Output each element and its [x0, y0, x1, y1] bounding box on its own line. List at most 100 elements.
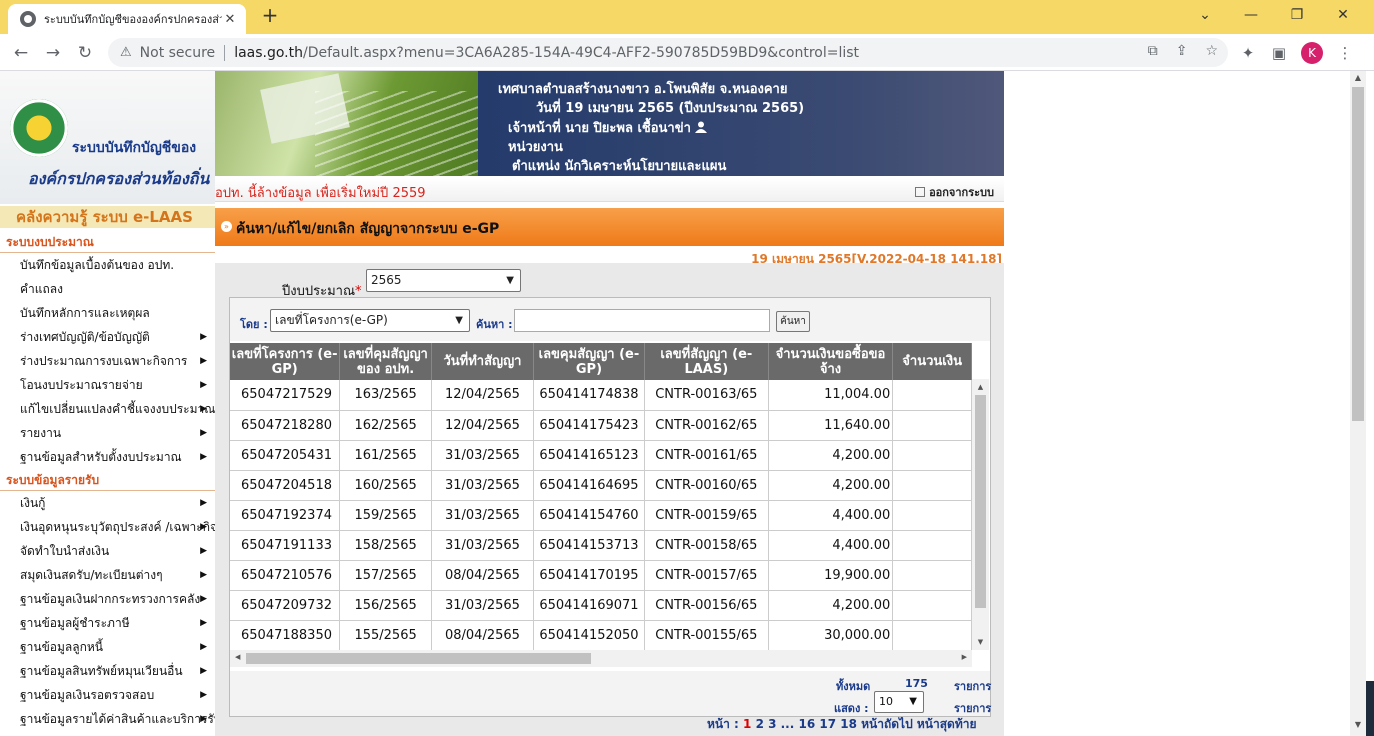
search-by-select[interactable]: เลขที่โครงการ(e-GP) ▼ [270, 309, 470, 332]
sidebar-item[interactable]: ฐานข้อมูลลูกหนี้ ▶ [0, 635, 215, 659]
table-row[interactable]: 65047210576 157/2565 08/04/2565 65041417019… [230, 560, 972, 591]
sidebar-item-label: เงินกู้ [20, 496, 46, 510]
not-secure-warning-icon[interactable]: ⚠ [120, 45, 132, 60]
table-row[interactable]: 65047188350 155/2565 08/04/2565 65041415205… [230, 620, 972, 650]
sidebar-item[interactable]: สมุดเงินสดรับ/ทะเบียนต่างๆ ▶ [0, 563, 215, 587]
sidebar-item-label: ฐานข้อมูลลูกหนี้ [20, 640, 103, 654]
table-row[interactable]: 65047205431 161/2565 31/03/2565 65041416512… [230, 440, 972, 471]
sidebar-item[interactable]: ฐานข้อมูลสินทรัพย์หมุนเวียนอื่น ▶ [0, 659, 215, 683]
submenu-arrow-icon: ▶ [200, 666, 207, 676]
sidebar-item[interactable]: บันทึกหลักการและเหตุผล [0, 301, 215, 325]
sidebar-item[interactable]: โอนงบประมาณรายจ่าย ▶ [0, 373, 215, 397]
address-bar[interactable]: ⚠ Not secure laas.go.th /Default.aspx?me… [108, 38, 1228, 67]
department-seal-icon [10, 99, 68, 157]
sidebar-item[interactable]: ฐานข้อมูลเงินฝากกระทรวงการคลัง ▶ [0, 587, 215, 611]
search-by-value: เลขที่โครงการ(e-GP) [275, 313, 388, 327]
table-cell [892, 560, 972, 591]
total-unit: รายการ [954, 680, 992, 693]
scroll-down-icon[interactable]: ▼ [1350, 720, 1366, 734]
scroll-down-icon[interactable]: ▼ [972, 638, 989, 646]
scroll-thumb[interactable] [1352, 87, 1364, 421]
table-cell: 31/03/2565 [431, 440, 535, 471]
table-vertical-scrollbar[interactable]: ▲ ▼ [972, 379, 989, 650]
sidebar-item[interactable]: บันทึกข้อมูลเบื้องต้นของ อปท. [0, 253, 215, 277]
window-close-icon[interactable]: ✕ [1320, 0, 1366, 30]
search-input[interactable] [514, 309, 770, 332]
table-row[interactable]: 65047192374 159/2565 31/03/2565 65041415476… [230, 500, 972, 531]
sidebar-item[interactable]: ฐานข้อมูลเงินรอตรวจสอบ ▶ [0, 683, 215, 707]
new-tab-icon[interactable]: + [258, 4, 282, 28]
pager-pages[interactable]: 2 3 ... 16 17 18 [756, 717, 857, 731]
scroll-thumb[interactable] [246, 653, 591, 664]
extensions-puzzle-icon[interactable]: ✦ [1237, 42, 1259, 64]
scroll-left-icon[interactable]: ◀ [235, 653, 240, 661]
translate-icon[interactable]: ⧉ [1148, 43, 1158, 59]
sidebar-item[interactable]: เงินกู้ ▶ [0, 491, 215, 515]
minimize-icon[interactable]: — [1228, 0, 1274, 30]
tab-title: ระบบบันทึกบัญชีขององค์กรปกครองส่วนท้องถิ… [44, 13, 222, 26]
scroll-right-icon[interactable]: ▶ [962, 653, 967, 661]
table-row[interactable]: 65047218280 162/2565 12/04/2565 65041417542… [230, 410, 972, 441]
table-cell: 12/04/2565 [431, 380, 535, 411]
scroll-thumb[interactable] [975, 395, 986, 608]
table-cell: 65047192374 [230, 500, 341, 531]
pager-current-page[interactable]: 1 [743, 717, 751, 731]
chrome-menu-icon[interactable]: ⋮ [1334, 42, 1356, 64]
table-row[interactable]: 65047191133 158/2565 31/03/2565 65041415371… [230, 530, 972, 561]
table-cell: 4,400.00 [768, 530, 894, 561]
pager-next[interactable]: หน้าถัดไป [861, 717, 913, 731]
table-horizontal-scrollbar[interactable]: ◀ ▶ [230, 650, 972, 667]
unit-line: หน่วยงาน [508, 140, 563, 155]
sidebar-item[interactable]: ฐานข้อมูลสำหรับตั้งงบประมาณ ▶ [0, 445, 215, 469]
profile-avatar[interactable]: K [1301, 42, 1323, 64]
bookmark-star-icon[interactable]: ☆ [1205, 43, 1218, 59]
knowledge-base-link[interactable]: คลังความรู้ ระบบ e-LAAS [0, 206, 215, 228]
scroll-up-icon[interactable]: ▲ [972, 383, 989, 391]
sidebar-item[interactable]: แก้ไขเปลี่ยนแปลงคำชี้แจงงบประมาณ ▶ [0, 397, 215, 421]
browser-tab-strip: ระบบบันทึกบัญชีขององค์กรปกครองส่วนท้องถิ… [0, 0, 1374, 34]
sidebar-item[interactable]: จัดทำใบนำส่งเงิน ▶ [0, 539, 215, 563]
sidebar-item[interactable]: ฐานข้อมูลผู้ชำระภาษี ▶ [0, 611, 215, 635]
reload-icon[interactable]: ↻ [72, 40, 98, 66]
table-cell: 158/2565 [339, 530, 432, 561]
sidebar-item[interactable]: เงินอุดหนุนระบุวัตถุประสงค์ /เฉพาะกิจ ▶ [0, 515, 215, 539]
restore-icon[interactable]: ❐ [1274, 0, 1320, 30]
table-cell: 160/2565 [339, 470, 432, 501]
page-vertical-scrollbar[interactable]: ▲ ▼ [1350, 71, 1366, 736]
contract-table-wrap[interactable]: เลขที่โครงการ (e-GP) เลขที่คุมสัญญา ของ อ… [230, 343, 972, 650]
table-cell: 65047191133 [230, 530, 341, 561]
sidebar-item[interactable]: รายงาน ▶ [0, 421, 215, 445]
side-panel-icon[interactable]: ▣ [1268, 42, 1290, 64]
sidebar-item[interactable]: ฐานข้อมูลรายได้ค่าสินค้าและบริการรับ ▶ [0, 707, 215, 731]
back-icon[interactable]: ← [8, 40, 34, 66]
forward-icon[interactable]: → [40, 40, 66, 66]
sidebar-item[interactable]: ร่างเทศบัญญัติ/ข้อบัญญัติ ▶ [0, 325, 215, 349]
page-size-value: 10 [879, 695, 893, 708]
table-row[interactable]: 65047204518 160/2565 31/03/2565 65041416469… [230, 470, 972, 501]
table-cell: 65047205431 [230, 440, 341, 471]
submenu-arrow-icon: ▶ [200, 618, 207, 628]
search-button[interactable]: ค้นหา [776, 311, 810, 332]
fiscal-year-select[interactable]: 2565 ▼ [366, 269, 521, 292]
page-size-select[interactable]: 10 ▼ [874, 691, 924, 713]
sidebar-item-label: เงินอุดหนุนระบุวัตถุประสงค์ /เฉพาะกิจ [20, 520, 215, 534]
table-row[interactable]: 65047217529 163/2565 12/04/2565 65041417483… [230, 380, 972, 411]
site-logo[interactable]: ระบบบันทึกบัญชีของ องค์กรปกครองส่วนท้องถ… [0, 71, 215, 204]
close-tab-icon[interactable]: ✕ [222, 12, 238, 27]
table-row[interactable]: 65047209732 156/2565 31/03/2565 65041416907… [230, 590, 972, 621]
share-icon[interactable]: ⇪ [1176, 43, 1188, 59]
table-cell: 650414175423 [533, 410, 645, 441]
sidebar-item[interactable]: ร่างประมาณการงบเฉพาะกิจการ ▶ [0, 349, 215, 373]
sidebar-item[interactable]: คำแถลง [0, 277, 215, 301]
scroll-up-icon[interactable]: ▲ [1350, 73, 1366, 87]
table-cell: 19,900.00 [768, 560, 894, 591]
logout-link[interactable]: ออกจากระบบ [915, 183, 994, 201]
reset-notice: อปท. นี้ล้างข้อมูล เพื่อเริ่มใหม่ปี 2559 [215, 186, 426, 201]
pager-last[interactable]: หน้าสุดท้าย [917, 717, 977, 731]
browser-tab[interactable]: ระบบบันทึกบัญชีขององค์กรปกครองส่วนท้องถิ… [8, 4, 246, 34]
table-cell: 155/2565 [339, 620, 432, 650]
tab-search-chevron-icon[interactable]: ⌄ [1182, 0, 1228, 30]
submenu-arrow-icon: ▶ [200, 714, 207, 724]
submenu-arrow-icon: ▶ [200, 332, 207, 342]
contract-search-panel: โดย : เลขที่โครงการ(e-GP) ▼ ค้นหา : ค้นหา… [229, 297, 991, 717]
